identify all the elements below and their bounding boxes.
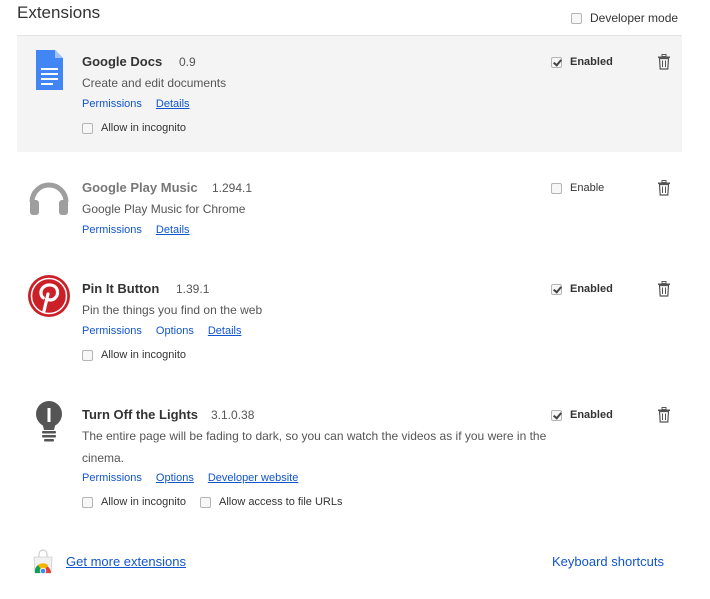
- extension-links: Permissions Options Details: [82, 325, 255, 337]
- incognito-label: Allow in incognito: [101, 122, 186, 134]
- extension-item-google-docs: Google Docs 0.9 Create and edit document…: [17, 36, 682, 152]
- enable-toggle[interactable]: Enabled: [551, 283, 613, 295]
- enable-label: Enabled: [570, 409, 613, 421]
- enable-checkbox[interactable]: [551, 283, 562, 295]
- incognito-checkbox[interactable]: [82, 122, 93, 134]
- extension-name: Pin It Button: [82, 281, 160, 296]
- file-urls-option[interactable]: Allow access to file URLs: [200, 496, 343, 508]
- permissions-link[interactable]: Permissions: [82, 224, 142, 236]
- chrome-web-store-icon: [33, 549, 53, 574]
- extension-links: Permissions Details: [82, 98, 204, 110]
- permissions-link[interactable]: Permissions: [82, 472, 142, 484]
- details-link[interactable]: Details: [156, 98, 190, 110]
- lightbulb-icon: [36, 401, 62, 442]
- details-link[interactable]: Details: [208, 325, 242, 337]
- google-docs-icon: [36, 50, 63, 90]
- permissions-link[interactable]: Permissions: [82, 98, 142, 110]
- extension-description: Pin the things you find on the web: [82, 303, 263, 317]
- developer-mode-label: Developer mode: [590, 11, 679, 25]
- enable-checkbox[interactable]: [551, 182, 562, 194]
- developer-mode-toggle[interactable]: Developer mode: [571, 11, 678, 25]
- enable-label: Enable: [570, 182, 605, 194]
- file-urls-label: Allow access to file URLs: [219, 496, 343, 508]
- file-urls-checkbox[interactable]: [200, 496, 211, 508]
- enable-checkbox[interactable]: [551, 409, 562, 421]
- incognito-checkbox[interactable]: [82, 496, 93, 508]
- extension-item-pin-it-button: Pin It Button 1.39.1 Pin the things you …: [17, 263, 682, 373]
- incognito-option[interactable]: Allow in incognito: [82, 496, 186, 508]
- trash-icon[interactable]: [657, 407, 671, 423]
- extension-item-turn-off-the-lights: Turn Off the Lights 3.1.0.38 The entire …: [17, 389, 682, 519]
- incognito-option[interactable]: Allow in incognito: [82, 349, 186, 361]
- enable-toggle[interactable]: Enabled: [551, 56, 613, 68]
- developer-mode-checkbox[interactable]: [571, 12, 582, 24]
- extension-item-google-play-music: Google Play Music 1.294.1 Google Play Mu…: [17, 162, 682, 252]
- pinterest-icon: [28, 275, 70, 317]
- enable-toggle[interactable]: Enable: [551, 182, 604, 194]
- extension-description: The entire page will be fading to dark, …: [82, 429, 547, 465]
- incognito-label: Allow in incognito: [101, 349, 186, 361]
- extension-version: 0.9: [179, 55, 196, 69]
- trash-icon[interactable]: [657, 54, 671, 70]
- enable-checkbox[interactable]: [551, 56, 562, 68]
- keyboard-shortcuts-link[interactable]: Keyboard shortcuts: [552, 554, 664, 569]
- extension-description: Google Play Music for Chrome: [82, 202, 246, 216]
- headphones-icon: [29, 182, 69, 215]
- incognito-label: Allow in incognito: [101, 496, 186, 508]
- options-link[interactable]: Options: [156, 472, 194, 484]
- extension-name: Google Docs: [82, 54, 163, 69]
- incognito-option[interactable]: Allow in incognito: [82, 122, 186, 134]
- enable-label: Enabled: [570, 283, 613, 295]
- extension-version: 3.1.0.38: [211, 408, 255, 422]
- details-link[interactable]: Details: [156, 224, 190, 236]
- incognito-checkbox[interactable]: [82, 349, 93, 361]
- get-more-extensions-link[interactable]: Get more extensions: [66, 554, 186, 569]
- enable-toggle[interactable]: Enabled: [551, 409, 613, 421]
- trash-icon[interactable]: [657, 180, 671, 196]
- trash-icon[interactable]: [657, 281, 671, 297]
- permissions-link[interactable]: Permissions: [82, 325, 142, 337]
- extension-links: Permissions Details: [82, 224, 204, 236]
- extension-name: Google Play Music: [82, 180, 198, 195]
- extension-version: 1.294.1: [212, 181, 253, 195]
- developer-website-link[interactable]: Developer website: [208, 472, 299, 484]
- enable-label: Enabled: [570, 56, 613, 68]
- options-link[interactable]: Options: [156, 325, 194, 337]
- extension-name: Turn Off the Lights: [82, 407, 199, 422]
- extension-version: 1.39.1: [176, 282, 210, 296]
- page-title: Extensions: [17, 3, 101, 22]
- extension-description: Create and edit documents: [82, 76, 227, 90]
- extension-links: Permissions Options Developer website: [82, 472, 312, 484]
